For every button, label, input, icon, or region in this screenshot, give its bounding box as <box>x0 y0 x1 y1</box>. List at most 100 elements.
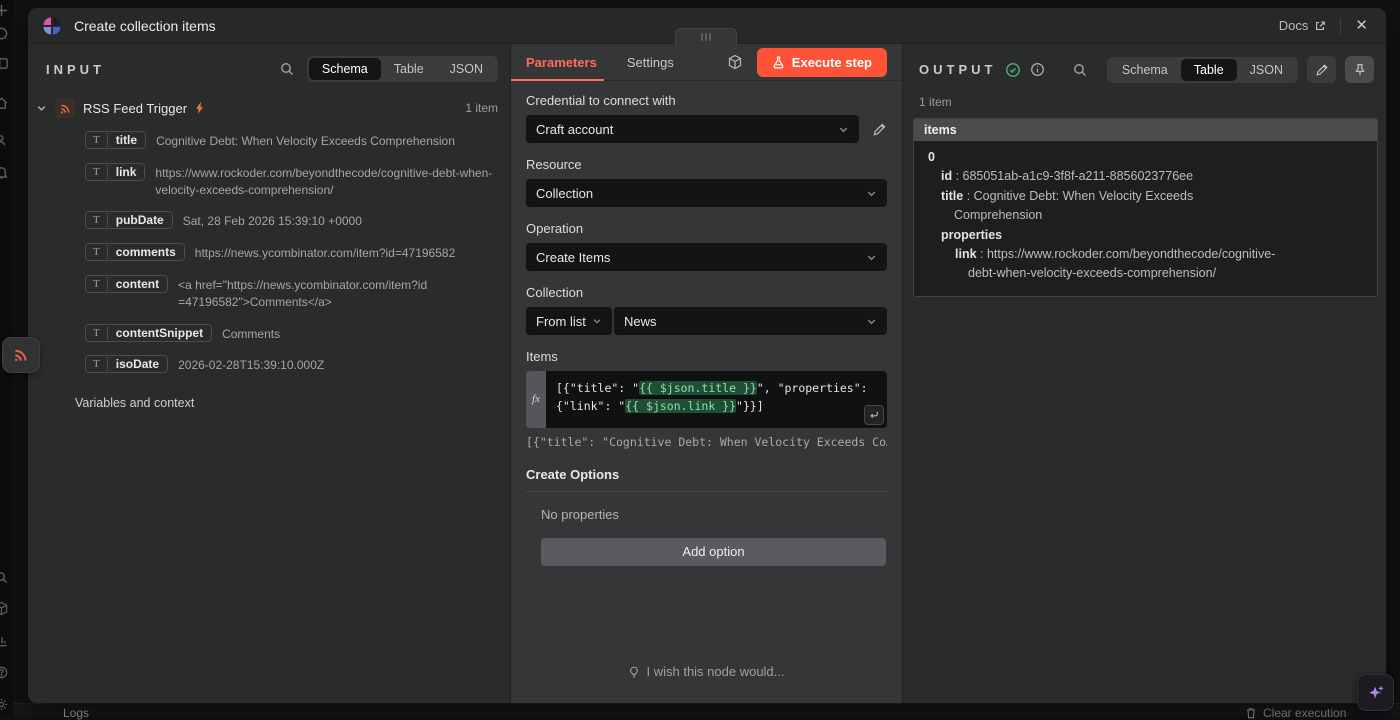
input-tab-table[interactable]: Table <box>381 58 437 80</box>
trash-icon <box>1245 707 1257 719</box>
output-field-id: id : 685051ab-a1c9-3f8f-a211-8856023776e… <box>924 167 1278 186</box>
clear-execution-button[interactable]: Clear execution <box>1245 706 1346 720</box>
resource-select[interactable]: Collection <box>526 179 887 207</box>
ai-assistant-button[interactable] <box>1357 674 1394 711</box>
chevron-down-icon <box>592 316 602 326</box>
logs-panel-label[interactable]: Logs <box>63 706 89 720</box>
rss-icon <box>12 346 30 364</box>
schema-row-comments[interactable]: Tcomments https://news.ycombinator.com/i… <box>85 243 494 262</box>
header-divider <box>1340 18 1341 34</box>
circle-icon[interactable] <box>0 26 12 44</box>
bell-icon[interactable] <box>0 165 12 183</box>
input-panel: INPUT Schema Table JSON RSS Feed Trigger… <box>28 44 510 703</box>
schema-row-isodate[interactable]: TisoDate 2026-02-28T15:39:10.000Z <box>85 355 494 374</box>
operation-select[interactable]: Create Items <box>526 243 887 271</box>
pin-data-icon[interactable] <box>1345 56 1374 83</box>
output-panel: OUTPUT Schema Table JSON <box>903 44 1386 703</box>
string-type-icon: T <box>86 358 107 370</box>
items-expression[interactable]: [{"title": "{{ $json.title }}", "propert… <box>546 371 887 428</box>
output-table-row[interactable]: 0 id : 685051ab-a1c9-3f8f-a211-885602377… <box>924 148 1278 284</box>
credential-select[interactable]: Craft account <box>526 115 859 143</box>
lightning-icon <box>195 102 205 114</box>
string-type-icon: T <box>86 166 107 178</box>
collection-mode-select[interactable]: From list <box>526 307 612 335</box>
home-icon[interactable] <box>0 96 12 114</box>
success-check-icon <box>1005 62 1021 78</box>
search-rail-icon[interactable] <box>0 570 12 588</box>
canvas-bottom-bar: Logs Clear execution <box>13 703 1400 716</box>
sparkle-icon <box>1365 682 1387 704</box>
node-settings-tabs: Parameters Settings Execute step <box>511 44 902 81</box>
panel-drag-handle[interactable] <box>675 28 737 45</box>
schema-row-pubdate[interactable]: TpubDate Sat, 28 Feb 2026 15:39:10 +0000 <box>85 211 494 230</box>
input-search-icon[interactable] <box>279 61 295 77</box>
schema-row-content[interactable]: Tcontent <a href="https://news.ycombinat… <box>85 275 494 311</box>
panel-layout-icon[interactable] <box>0 56 12 74</box>
cube-icon[interactable] <box>727 54 743 70</box>
flask-icon <box>772 56 785 69</box>
modal-title: Create collection items <box>74 18 216 34</box>
expand-expression-icon[interactable] <box>864 405 884 425</box>
external-link-icon <box>1314 20 1326 32</box>
operation-label: Operation <box>526 221 887 236</box>
tab-parameters[interactable]: Parameters <box>526 55 597 70</box>
input-items-count: 1 item <box>465 101 498 115</box>
no-properties-text: No properties <box>541 507 887 522</box>
schema-row-title[interactable]: Ttitle Cognitive Debt: When Velocity Exc… <box>85 131 494 150</box>
output-field-properties: properties <box>924 226 1278 245</box>
help-icon[interactable] <box>0 665 12 683</box>
output-tab-json[interactable]: JSON <box>1237 59 1296 81</box>
edit-output-pencil-icon[interactable] <box>1307 56 1336 83</box>
string-type-icon: T <box>86 246 107 258</box>
output-field-link: link : https://www.rockoder.com/beyondth… <box>924 245 1278 284</box>
docs-link[interactable]: Docs <box>1279 18 1327 33</box>
plus-icon[interactable] <box>0 3 12 21</box>
resource-label: Resource <box>526 157 887 172</box>
output-table: items 0 id : 685051ab-a1c9-3f8f-a211-885… <box>913 118 1378 297</box>
input-panel-title: INPUT <box>46 62 105 77</box>
output-field-title: title : Cognitive Debt: When Velocity Ex… <box>924 187 1278 226</box>
rss-trigger-node-chip[interactable] <box>2 337 40 373</box>
tab-settings[interactable]: Settings <box>627 55 674 70</box>
string-type-icon: T <box>86 278 107 290</box>
input-view-tabs: Schema Table JSON <box>307 56 498 82</box>
row-index: 0 <box>924 148 1278 167</box>
output-tab-schema[interactable]: Schema <box>1109 59 1181 81</box>
node-feedback-link[interactable]: I wish this node would... <box>511 664 902 679</box>
parameters-panel: Parameters Settings Execute step Credent… <box>510 44 903 703</box>
close-icon[interactable]: ✕ <box>1355 18 1368 33</box>
collection-label: Collection <box>526 285 887 300</box>
output-panel-title: OUTPUT <box>919 62 996 77</box>
gear-icon[interactable] <box>0 697 12 715</box>
chevron-down-icon <box>866 188 877 199</box>
items-expression-editor[interactable]: fx [{"title": "{{ $json.title }}", "prop… <box>526 371 887 428</box>
input-trigger-row[interactable]: RSS Feed Trigger 1 item <box>36 98 498 118</box>
credential-label: Credential to connect with <box>526 93 887 108</box>
add-option-button[interactable]: Add option <box>541 538 886 566</box>
output-table-header[interactable]: items <box>914 119 1377 141</box>
package-icon[interactable] <box>0 601 12 619</box>
info-icon[interactable] <box>1030 62 1045 77</box>
chevron-down-icon <box>866 252 877 263</box>
variables-context-link[interactable]: Variables and context <box>75 396 510 410</box>
schema-row-link[interactable]: Tlink https://www.rockoder.com/beyondthe… <box>85 163 494 199</box>
output-tab-table[interactable]: Table <box>1181 59 1237 81</box>
chart-icon[interactable] <box>0 633 12 651</box>
collection-value-select[interactable]: News <box>614 307 887 335</box>
fx-expression-icon: fx <box>526 371 546 428</box>
output-view-tabs: Schema Table JSON <box>1107 57 1298 83</box>
users-icon[interactable] <box>0 133 12 151</box>
chevron-down-icon <box>866 316 877 327</box>
credential-edit-pencil-icon[interactable] <box>872 122 887 137</box>
schema-row-contentsnippet[interactable]: TcontentSnippet Comments <box>85 324 494 343</box>
expression-result-preview: [{"title": "Cognitive Debt: When Velocit… <box>526 435 887 449</box>
node-detail-modal: Create collection items Docs ✕ INPUT Sch… <box>28 8 1386 703</box>
schema-field-list: Ttitle Cognitive Debt: When Velocity Exc… <box>85 131 494 374</box>
input-tab-json[interactable]: JSON <box>437 58 496 80</box>
execute-step-button[interactable]: Execute step <box>757 48 887 77</box>
active-tab-underline <box>511 79 604 81</box>
input-tab-schema[interactable]: Schema <box>309 58 381 80</box>
output-search-icon[interactable] <box>1072 62 1088 78</box>
chevron-down-icon[interactable] <box>36 103 47 114</box>
string-type-icon: T <box>86 327 107 339</box>
